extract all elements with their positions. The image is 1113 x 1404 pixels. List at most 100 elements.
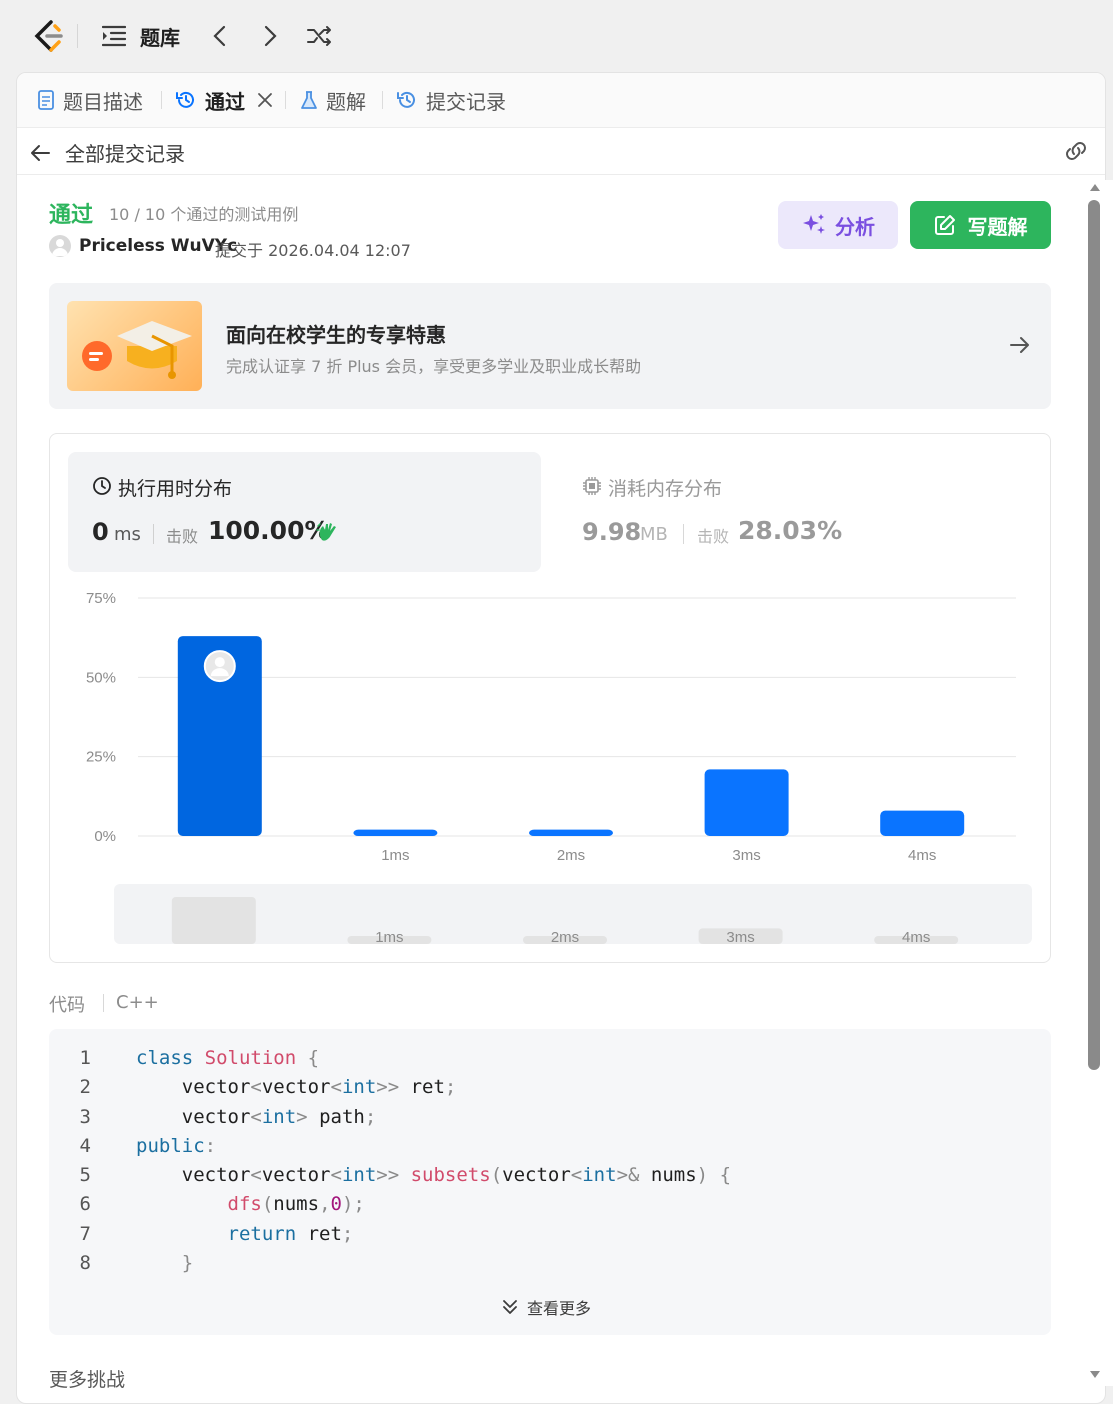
analyze-label: 分析 — [835, 214, 875, 239]
tab-divider — [285, 91, 286, 109]
analyze-button[interactable]: 分析 — [778, 201, 898, 249]
memory-unit: MB — [640, 524, 668, 545]
memory-title: 消耗内存分布 — [608, 478, 723, 500]
flask-icon — [301, 91, 317, 109]
sparkle-icon — [803, 214, 825, 234]
y-tick-label: 25% — [86, 749, 116, 766]
clap-icon — [316, 523, 336, 541]
code-line: 7 return ret; — [49, 1223, 1049, 1252]
tab-description[interactable]: 题目描述 — [37, 85, 143, 115]
chart-bar — [704, 769, 789, 836]
arrow-right-icon — [1010, 337, 1029, 353]
sub-header: 全部提交记录 — [17, 128, 1105, 175]
code-line: 3 vector<int> path; — [49, 1106, 1049, 1135]
runtime-distribution-chart[interactable]: 0% 25% 50% 75% 1ms 2ms 3ms 4ms 1ms 2ms 3ms 4ms — [50, 584, 1050, 954]
tab-label: 题解 — [326, 89, 366, 114]
library-label[interactable]: 题库 — [140, 22, 180, 51]
tab-submissions[interactable]: 提交记录 — [396, 85, 506, 115]
tab-accepted[interactable]: 通过 — [175, 85, 281, 115]
status-accepted: 通过 — [49, 203, 94, 228]
tab-label: 提交记录 — [426, 89, 506, 114]
runtime-beats: 100.00% — [208, 516, 330, 545]
promo-subtitle: 完成认证享 7 折 Plus 会员，享受更多学业及职业成长帮助 — [226, 357, 642, 376]
list-menu-icon[interactable] — [102, 25, 126, 47]
shuffle-icon[interactable] — [306, 25, 334, 47]
code-line: 1 class Solution { — [49, 1047, 1049, 1076]
runtime-title: 执行用时分布 — [118, 478, 233, 500]
code-line: 6 dfs(nums,0); — [49, 1193, 1049, 1222]
chevron-left-icon[interactable] — [211, 25, 229, 47]
tab-divider — [161, 91, 162, 109]
leetcode-logo-icon[interactable] — [33, 20, 63, 52]
navigator-tick-label: 4ms — [902, 929, 930, 946]
scrollbar-thumb[interactable] — [1088, 200, 1100, 1070]
line-number: 1 — [79, 1047, 91, 1069]
write-solution-label: 写题解 — [967, 214, 1028, 239]
arrow-left-icon — [31, 144, 50, 161]
y-tick-label: 75% — [86, 590, 116, 607]
line-number: 2 — [79, 1076, 91, 1098]
submitted-time: 提交于 2026.04.04 12:07 — [215, 241, 411, 260]
user-icon — [52, 239, 68, 256]
show-more-button[interactable]: 查看更多 — [501, 1295, 591, 1319]
tab-label: 题目描述 — [63, 89, 143, 114]
username[interactable]: Priceless WuVYc — [79, 236, 237, 256]
scroll-up-arrow-icon[interactable] — [1089, 182, 1101, 192]
avatar[interactable] — [49, 235, 71, 257]
test-cases-summary: 10 / 10 个通过的测试用例 — [109, 205, 299, 224]
write-solution-button[interactable]: 写题解 — [910, 201, 1051, 249]
x-tick-label: 2ms — [557, 847, 585, 864]
memory-value: 9.98 — [582, 518, 642, 546]
divider — [103, 994, 104, 1012]
code-line: 5 vector<vector<int>> subsets(vector<int… — [49, 1164, 1049, 1193]
line-number: 3 — [79, 1106, 91, 1128]
link-icon[interactable] — [1063, 140, 1089, 162]
chevron-right-icon[interactable] — [261, 25, 279, 47]
scrollbar[interactable] — [1083, 180, 1113, 1386]
navigator-tick-label: 2ms — [551, 929, 579, 946]
line-number: 6 — [79, 1193, 91, 1215]
scroll-down-arrow-icon[interactable] — [1089, 1370, 1101, 1380]
runtime-card[interactable]: 执行用时分布 0 ms 击败 100.00% — [68, 452, 541, 572]
y-tick-label: 50% — [86, 669, 116, 686]
navigator-bar — [171, 896, 256, 944]
tab-bar: 题目描述 通过 题解 提交记录 — [17, 73, 1105, 128]
graduation-cap-illustration — [82, 321, 192, 379]
submission-panel: 题目描述 通过 题解 提交记录 全部提交记录 通过 10 / 10 个通过的测试… — [16, 72, 1106, 1404]
code-label: 代码 — [49, 995, 85, 1016]
code-block[interactable]: 1 class Solution { 2 vector<vector<int>> … — [49, 1029, 1051, 1335]
x-tick-label: 4ms — [908, 847, 936, 864]
code-line: 4 public: — [49, 1135, 1049, 1164]
x-tick-label: 1ms — [381, 847, 409, 864]
tab-label: 通过 — [205, 89, 245, 114]
code-language: C++ — [116, 992, 159, 1013]
tab-divider — [382, 91, 383, 109]
tab-solutions[interactable]: 题解 — [300, 85, 366, 115]
promo-title: 面向在校学生的专享特惠 — [226, 323, 446, 347]
runtime-unit: ms — [114, 524, 141, 545]
clock-icon — [93, 477, 111, 495]
line-number: 7 — [79, 1223, 91, 1245]
chip-icon — [583, 477, 601, 495]
beats-label: 击败 — [697, 527, 730, 546]
divider — [153, 524, 154, 544]
divider — [683, 524, 684, 544]
beats-label: 击败 — [166, 527, 199, 546]
back-to-all-submissions[interactable]: 全部提交记录 — [29, 138, 185, 167]
close-icon[interactable] — [257, 92, 273, 108]
history-icon — [176, 91, 194, 108]
top-bar: 题库 — [0, 0, 1113, 72]
chart-bar — [529, 829, 613, 836]
y-tick-label: 0% — [94, 828, 116, 845]
document-icon — [38, 90, 54, 110]
show-more-label: 查看更多 — [527, 1299, 592, 1318]
memory-beats: 28.03% — [738, 516, 843, 545]
student-promo-banner[interactable]: 面向在校学生的专享特惠 完成认证享 7 折 Plus 会员，享受更多学业及职业成… — [49, 283, 1051, 409]
user-icon — [214, 657, 225, 668]
more-challenges-heading: 更多挑战 — [49, 1369, 126, 1391]
line-number: 5 — [79, 1164, 91, 1186]
x-tick-label: 3ms — [732, 847, 760, 864]
double-chevron-down-icon — [503, 1300, 517, 1314]
chart-bar — [353, 829, 438, 836]
edit-icon — [934, 215, 955, 235]
